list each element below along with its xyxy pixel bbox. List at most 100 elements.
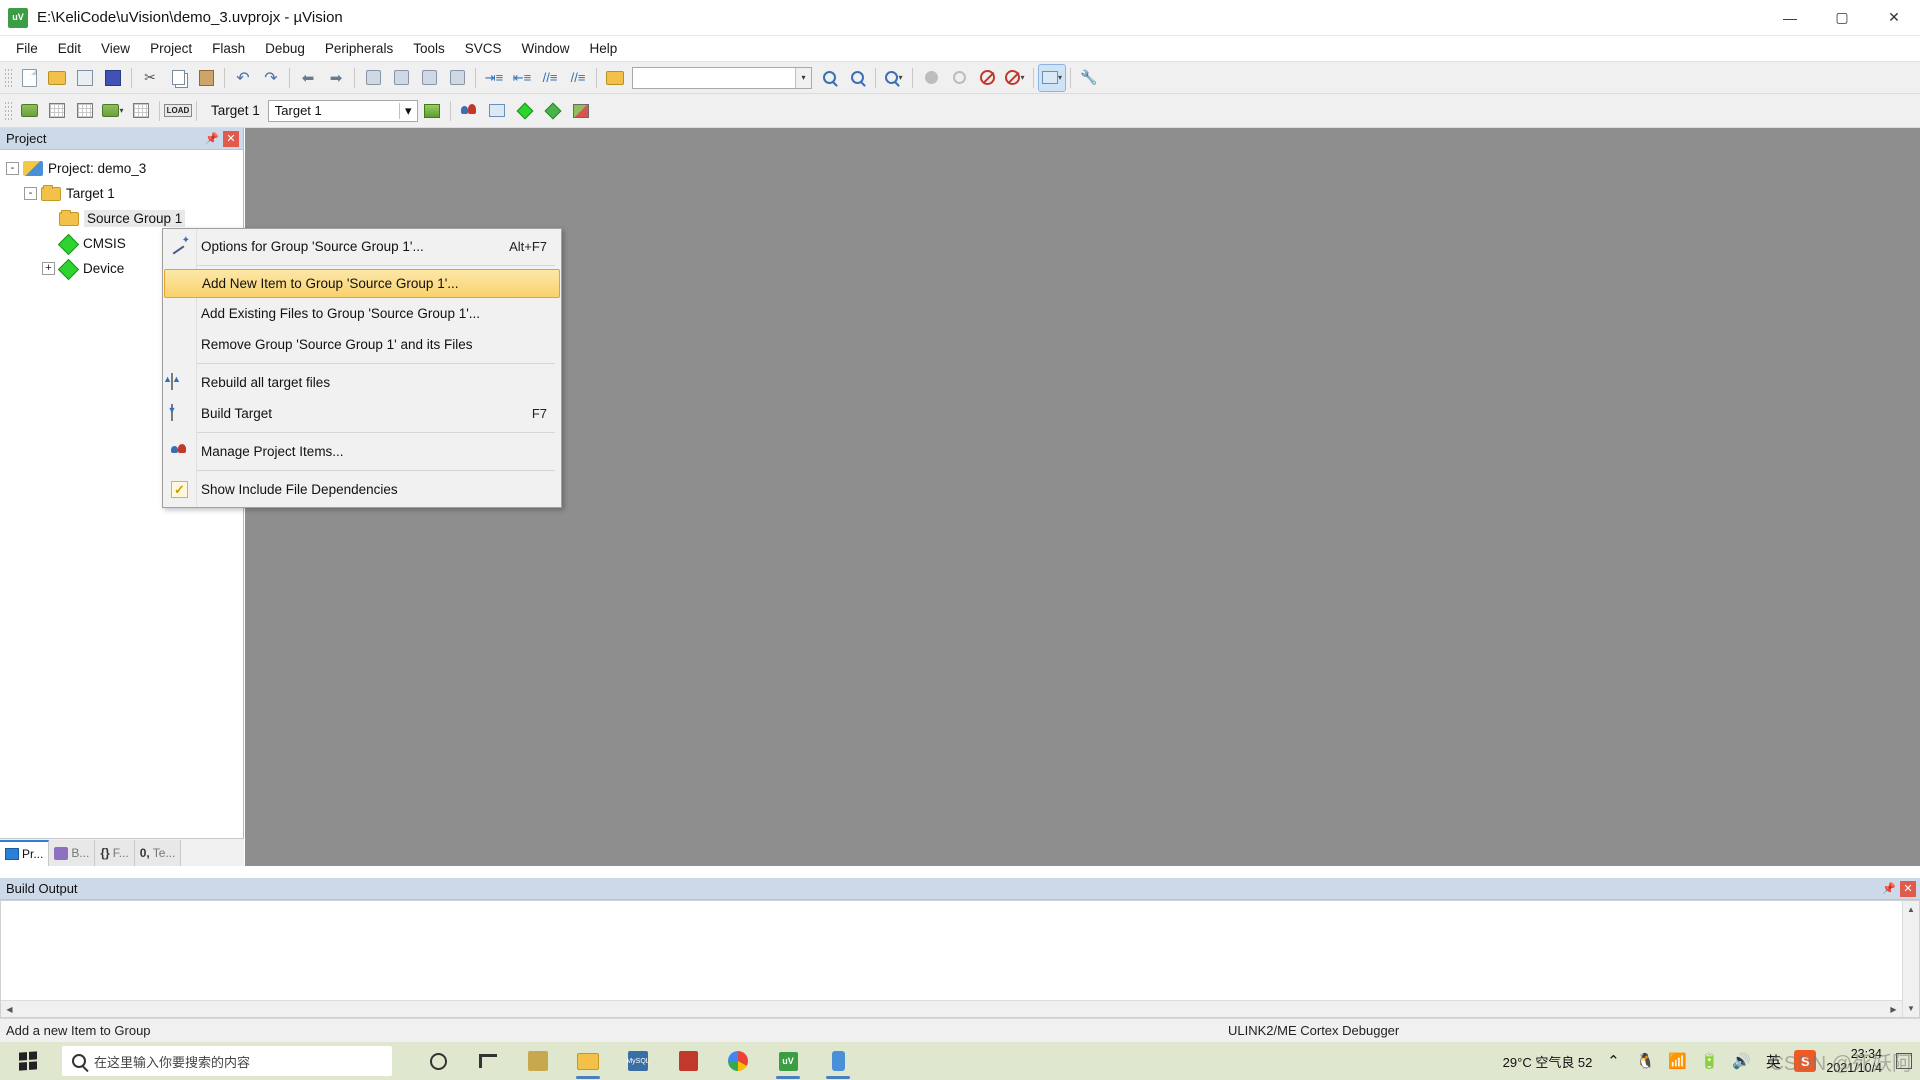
download-icon[interactable]: LOAD — [165, 98, 191, 124]
context-menu-item-add-existing-files[interactable]: Add Existing Files to Group 'Source Grou… — [163, 298, 561, 329]
expander-icon[interactable]: - — [24, 187, 37, 200]
breakpoint-icon[interactable] — [918, 65, 944, 91]
indent-increase-icon[interactable]: ⇥≡ — [481, 65, 507, 91]
scroll-right-icon[interactable]: ▶ — [1885, 1005, 1902, 1014]
menu-debug[interactable]: Debug — [255, 37, 315, 60]
menu-file[interactable]: File — [6, 37, 48, 60]
close-button[interactable]: ✕ — [1868, 0, 1920, 36]
menu-tools[interactable]: Tools — [403, 37, 455, 60]
menu-project[interactable]: Project — [140, 37, 202, 60]
battery-icon[interactable]: 🔋 — [1698, 1050, 1720, 1072]
mysql-icon[interactable]: MySQL — [616, 1042, 660, 1080]
menu-help[interactable]: Help — [580, 37, 628, 60]
expander-icon[interactable]: + — [42, 262, 55, 275]
target-options-icon[interactable] — [419, 98, 445, 124]
phone-link-icon[interactable] — [816, 1042, 860, 1080]
find-in-files-icon[interactable] — [602, 65, 628, 91]
toolbar-grip[interactable] — [4, 68, 12, 88]
pack-installer-icon[interactable] — [540, 98, 566, 124]
manage-project-items-icon[interactable] — [456, 98, 482, 124]
scroll-left-icon[interactable]: ◀ — [1, 1005, 18, 1014]
qq-icon[interactable]: 🐧 — [1634, 1050, 1656, 1072]
bookmark-prev-icon[interactable] — [416, 65, 442, 91]
save-icon[interactable] — [72, 65, 98, 91]
zoom-icon[interactable]: ▾ — [881, 65, 907, 91]
close-icon[interactable]: ✕ — [1900, 881, 1916, 897]
tab-project[interactable]: Pr... — [0, 840, 49, 866]
show-hidden-icons-icon[interactable]: ⌃ — [1602, 1050, 1624, 1072]
context-menu-item-manage-project-items[interactable]: Manage Project Items... — [163, 436, 561, 467]
chevron-down-icon[interactable]: ▾ — [399, 103, 417, 119]
sogou-input-icon[interactable]: S — [1794, 1050, 1816, 1072]
paste-icon[interactable] — [193, 65, 219, 91]
menu-view[interactable]: View — [91, 37, 140, 60]
task-view-icon[interactable] — [466, 1042, 510, 1080]
navigate-forward-icon[interactable]: ➡ — [323, 65, 349, 91]
manage-rte-icon[interactable] — [568, 98, 594, 124]
scroll-down-icon[interactable]: ▼ — [1903, 1000, 1919, 1017]
indent-decrease-icon[interactable]: ⇤≡ — [509, 65, 535, 91]
stop-build-icon[interactable] — [128, 98, 154, 124]
bookmark-next-icon[interactable] — [388, 65, 414, 91]
find-next-icon[interactable] — [816, 65, 842, 91]
start-button[interactable] — [0, 1042, 56, 1080]
save-all-icon[interactable] — [100, 65, 126, 91]
build-output-vscrollbar[interactable]: ▲ ▼ — [1902, 901, 1919, 1017]
scroll-up-icon[interactable]: ▲ — [1903, 901, 1919, 918]
cortana-icon[interactable] — [416, 1042, 460, 1080]
build-icon[interactable] — [44, 98, 70, 124]
new-file-icon[interactable] — [16, 65, 42, 91]
uncomment-icon[interactable]: //≡ — [565, 65, 591, 91]
chrome-icon[interactable] — [716, 1042, 760, 1080]
breakpoint-disable-icon[interactable] — [946, 65, 972, 91]
close-icon[interactable]: ✕ — [223, 131, 239, 147]
build-output-hscrollbar[interactable]: ◀ ▶ — [1, 1000, 1902, 1017]
rebuild-all-icon[interactable] — [72, 98, 98, 124]
bookmark-toggle-icon[interactable] — [360, 65, 386, 91]
menu-window[interactable]: Window — [511, 37, 579, 60]
manage-rte-diamond-icon[interactable] — [512, 98, 538, 124]
redo-icon[interactable]: ↷ — [258, 65, 284, 91]
bookmark-search-icon[interactable] — [844, 65, 870, 91]
taskbar-search-input[interactable]: 在这里输入你要搜索的内容 — [94, 1052, 250, 1071]
comment-icon[interactable]: //≡ — [537, 65, 563, 91]
volume-icon[interactable]: 🔊 — [1730, 1050, 1752, 1072]
pdf-reader-icon[interactable] — [666, 1042, 710, 1080]
batch-build-icon[interactable]: ▾ — [100, 98, 126, 124]
open-file-icon[interactable] — [44, 65, 70, 91]
search-combo[interactable]: ▾ — [632, 67, 812, 89]
action-center-icon[interactable] — [1896, 1053, 1912, 1069]
undo-icon[interactable]: ↶ — [230, 65, 256, 91]
kill-all-breakpoints-icon[interactable] — [974, 65, 1000, 91]
menu-flash[interactable]: Flash — [202, 37, 255, 60]
disable-all-breakpoints-icon[interactable]: ▾ — [1002, 65, 1028, 91]
toolbar-grip[interactable] — [4, 101, 12, 121]
menu-svcs[interactable]: SVCS — [455, 37, 512, 60]
context-menu-item-options-for-group[interactable]: Options for Group 'Source Group 1'... Al… — [163, 231, 561, 262]
expander-icon[interactable]: - — [6, 162, 19, 175]
window-layout-icon[interactable]: ▾ — [1039, 65, 1065, 91]
context-menu-item-build-target[interactable]: ▼ Build Target F7 — [163, 398, 561, 429]
build-output-body[interactable]: ▲ ▼ ◀ ▶ — [0, 900, 1920, 1018]
weather-indicator[interactable]: 29°C 空气良 52 — [1503, 1052, 1593, 1071]
tree-node-target[interactable]: - Target 1 — [6, 181, 243, 206]
pin-icon[interactable]: 📌 — [204, 131, 220, 147]
taskbar-search-box[interactable]: 在这里输入你要搜索的内容 — [62, 1046, 392, 1076]
configure-icon[interactable]: 🔧 — [1076, 65, 1102, 91]
cut-icon[interactable]: ✂ — [137, 65, 163, 91]
context-menu-item-remove-group[interactable]: Remove Group 'Source Group 1' and its Fi… — [163, 329, 561, 360]
context-menu-item-rebuild-all[interactable]: ▲▲ Rebuild all target files — [163, 367, 561, 398]
bookmark-clear-icon[interactable] — [444, 65, 470, 91]
ime-icon[interactable]: 英 — [1762, 1050, 1784, 1072]
copy-icon[interactable] — [165, 65, 191, 91]
menu-peripherals[interactable]: Peripherals — [315, 37, 403, 60]
maximize-button[interactable]: ▢ — [1816, 0, 1868, 36]
pin-icon[interactable]: 📌 — [1881, 881, 1897, 897]
store-icon[interactable] — [516, 1042, 560, 1080]
target-select[interactable]: Target 1 ▾ — [268, 100, 418, 122]
tree-node-project[interactable]: - Project: demo_3 — [6, 156, 243, 181]
file-explorer-icon[interactable] — [566, 1042, 610, 1080]
manage-components-icon[interactable] — [484, 98, 510, 124]
translate-icon[interactable] — [16, 98, 42, 124]
wifi-icon[interactable]: 📶 — [1666, 1050, 1688, 1072]
